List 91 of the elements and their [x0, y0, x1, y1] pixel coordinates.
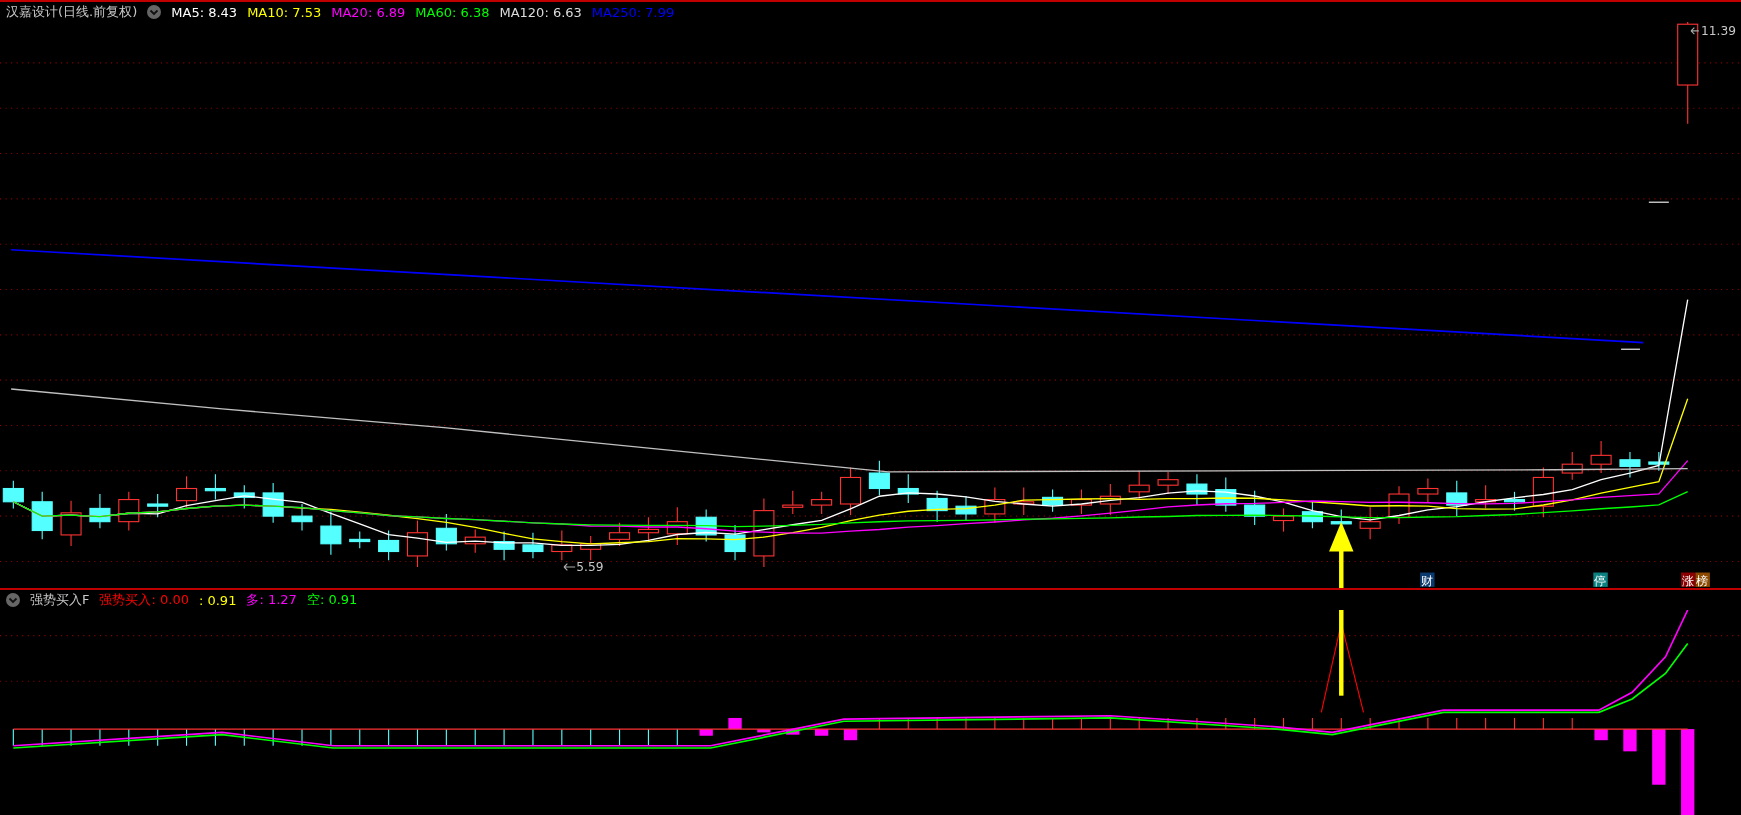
- legend-value: : 0.91: [198, 592, 237, 608]
- candle: [435, 513, 457, 551]
- histogram-bar: [815, 729, 829, 736]
- candle: [753, 497, 775, 568]
- candle: [118, 491, 140, 532]
- candle: [695, 508, 717, 543]
- candle: [580, 535, 602, 561]
- arrow: [1329, 521, 1354, 588]
- dropdown-chevron-icon[interactable]: [147, 5, 162, 19]
- candle: [1013, 486, 1035, 516]
- high-price-label: 11.39: [1701, 24, 1736, 39]
- candle: [724, 524, 746, 561]
- candle: [551, 529, 573, 561]
- candle: [1042, 489, 1064, 513]
- arrow-icon: [1690, 26, 1700, 35]
- histogram-bar: [416, 728, 419, 747]
- histogram-bar: [1594, 729, 1608, 741]
- candle: [637, 516, 659, 543]
- event-badge: 榜: [1695, 572, 1710, 588]
- candle: [1128, 470, 1150, 499]
- candle: [1070, 489, 1092, 515]
- legend-value: MA120: 6.63: [499, 4, 582, 20]
- candle: [349, 531, 371, 549]
- histogram-bar: [843, 729, 858, 741]
- candle: [839, 466, 862, 516]
- candle: [666, 506, 688, 546]
- candle: [31, 491, 53, 540]
- candle: [378, 529, 400, 561]
- event-badge: 财: [1420, 572, 1435, 588]
- histogram-bar: [728, 717, 742, 730]
- candle: [926, 490, 948, 523]
- candle: [1590, 440, 1612, 474]
- candle: [782, 490, 804, 515]
- candle: [204, 473, 226, 501]
- candle: [522, 532, 544, 559]
- candle: [2, 480, 24, 509]
- price-tick: [1648, 201, 1670, 203]
- candle: [955, 495, 977, 522]
- candle: [406, 520, 429, 568]
- candle: [811, 491, 833, 515]
- candle: [1186, 473, 1208, 506]
- histogram-bar: [699, 729, 713, 736]
- arrow-icon: [563, 563, 576, 571]
- low-price-label: 5.59: [576, 560, 604, 575]
- event-badge: 停: [1593, 572, 1608, 588]
- candle: [1301, 501, 1323, 529]
- legend-value: MA20: 6.89: [331, 4, 406, 20]
- candle: [1099, 483, 1121, 516]
- legend-value: 强势买入: 0.00: [99, 591, 189, 609]
- candle: [89, 493, 111, 529]
- candle: [1157, 471, 1179, 495]
- candle: [1503, 491, 1526, 512]
- candle: [262, 482, 284, 524]
- legend-value: MA5: 8.43: [171, 4, 238, 20]
- candle: [1273, 507, 1295, 533]
- candle: [1532, 466, 1554, 518]
- candle: [609, 522, 631, 547]
- candle: [1648, 451, 1670, 472]
- candle: [897, 473, 919, 504]
- histogram-bar: [1623, 729, 1637, 752]
- legend-value: 多: 1.27: [246, 591, 297, 609]
- event-badge: 涨: [1681, 572, 1696, 588]
- candle: [291, 503, 313, 532]
- candle: [1359, 506, 1381, 540]
- histogram-bar: [1652, 729, 1666, 785]
- candle: [984, 486, 1006, 524]
- candle: [1475, 484, 1497, 509]
- candle: [1446, 480, 1468, 517]
- candle: [1561, 451, 1583, 481]
- candle: [1417, 478, 1439, 504]
- legend-value: MA60: 6.38: [415, 4, 490, 20]
- candle: [1215, 476, 1237, 513]
- histogram-bar: [786, 729, 800, 735]
- candle: [868, 460, 890, 496]
- candle: [1619, 451, 1641, 478]
- candle: [464, 528, 486, 554]
- candle: [233, 484, 255, 509]
- candle: [60, 500, 82, 547]
- dropdown-chevron-icon[interactable]: [6, 593, 20, 607]
- candle: [320, 511, 342, 556]
- legend-value: MA250: 7.99: [591, 4, 675, 20]
- candle: [1388, 485, 1410, 525]
- candle: [176, 475, 198, 508]
- histogram-bar: [757, 729, 771, 733]
- candle: [493, 531, 515, 561]
- candle: [1244, 490, 1266, 526]
- candle: [147, 493, 169, 518]
- legend-value: 空: 0.91: [306, 591, 358, 609]
- price-tick: [1620, 348, 1641, 350]
- histogram-bar: [1513, 717, 1516, 730]
- legend-value: MA10: 7.53: [247, 4, 322, 20]
